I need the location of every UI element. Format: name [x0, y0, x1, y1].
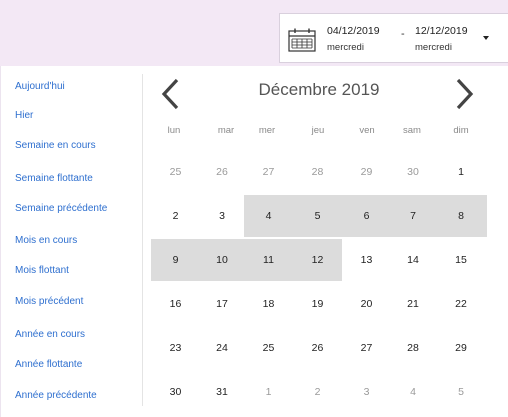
- day-cell[interactable]: 30: [151, 371, 200, 413]
- preset-current-week[interactable]: Semaine en cours: [15, 140, 96, 151]
- day-cell-other-month[interactable]: 2: [293, 371, 342, 413]
- chevron-left-icon[interactable]: [159, 77, 181, 111]
- preset-rolling-year[interactable]: Année flottante: [15, 359, 82, 370]
- day-cell[interactable]: 24: [200, 327, 244, 369]
- day-cell[interactable]: 19: [293, 283, 342, 325]
- date-picker-panel: Aujourd'hui Hier Semaine en cours Semain…: [0, 66, 508, 417]
- day-cell-other-month[interactable]: 28: [293, 151, 342, 193]
- day-cell[interactable]: 17: [200, 283, 244, 325]
- day-cell[interactable]: 27: [342, 327, 391, 369]
- day-cell[interactable]: 1: [435, 151, 487, 193]
- day-cell-selected[interactable]: 5: [293, 195, 342, 237]
- day-cell[interactable]: 2: [151, 195, 200, 237]
- preset-previous-month[interactable]: Mois précédent: [15, 296, 83, 307]
- day-cell[interactable]: 28: [391, 327, 435, 369]
- preset-previous-week[interactable]: Semaine précédente: [15, 203, 107, 214]
- preset-list: Aujourd'hui Hier Semaine en cours Semain…: [1, 66, 137, 417]
- day-cell-other-month[interactable]: 26: [200, 151, 244, 193]
- weekday-label: jeu: [311, 125, 325, 136]
- day-cell[interactable]: 3: [200, 195, 244, 237]
- day-cell-other-month[interactable]: 25: [151, 151, 200, 193]
- start-weekday: mercredi: [327, 42, 364, 53]
- day-cell[interactable]: 23: [151, 327, 200, 369]
- calendar-icon: [288, 28, 316, 52]
- day-cell[interactable]: 16: [151, 283, 200, 325]
- weekday-label: ven: [359, 125, 375, 136]
- divider: [142, 74, 143, 406]
- day-cell-selected[interactable]: 10: [200, 239, 244, 281]
- day-cell-other-month[interactable]: 27: [244, 151, 293, 193]
- preset-today[interactable]: Aujourd'hui: [15, 81, 65, 92]
- chevron-right-icon[interactable]: [454, 77, 476, 111]
- day-cell[interactable]: 25: [244, 327, 293, 369]
- caret-down-icon[interactable]: [483, 36, 489, 40]
- day-cell[interactable]: 22: [435, 283, 487, 325]
- start-date: 04/12/2019: [327, 25, 380, 37]
- preset-current-year[interactable]: Année en cours: [15, 329, 85, 340]
- day-cell-other-month[interactable]: 29: [342, 151, 391, 193]
- preset-current-month[interactable]: Mois en cours: [15, 235, 77, 246]
- day-cell-selected[interactable]: 9: [151, 239, 200, 281]
- day-cell-other-month[interactable]: 4: [391, 371, 435, 413]
- day-cell-other-month[interactable]: 30: [391, 151, 435, 193]
- day-cell[interactable]: 14: [391, 239, 435, 281]
- preset-rolling-week[interactable]: Semaine flottante: [15, 173, 93, 184]
- day-cell-selected[interactable]: 7: [391, 195, 435, 237]
- day-cell[interactable]: 21: [391, 283, 435, 325]
- day-cell[interactable]: 26: [293, 327, 342, 369]
- day-cell[interactable]: 29: [435, 327, 487, 369]
- day-cell[interactable]: 20: [342, 283, 391, 325]
- day-cell-selected[interactable]: 12: [293, 239, 342, 281]
- month-title: Décembre 2019: [258, 80, 380, 99]
- day-cell[interactable]: 13: [342, 239, 391, 281]
- weekday-label: sam: [403, 125, 421, 136]
- day-cell[interactable]: 15: [435, 239, 487, 281]
- day-cell-selected[interactable]: 11: [244, 239, 293, 281]
- preset-previous-year[interactable]: Année précédente: [15, 390, 97, 401]
- day-cell-selected[interactable]: 8: [435, 195, 487, 237]
- weekday-label: lun: [167, 125, 181, 136]
- day-cell[interactable]: 31: [200, 371, 244, 413]
- weekday-label: dim: [453, 125, 469, 136]
- preset-rolling-month[interactable]: Mois flottant: [15, 265, 69, 276]
- day-cell-other-month[interactable]: 3: [342, 371, 391, 413]
- end-date: 12/12/2019: [415, 25, 468, 37]
- day-cell[interactable]: 18: [244, 283, 293, 325]
- date-range-selector[interactable]: 04/12/2019 mercredi - 12/12/2019 mercred…: [279, 13, 508, 63]
- day-cell-selected[interactable]: 4: [244, 195, 293, 237]
- day-cell-selected[interactable]: 6: [342, 195, 391, 237]
- day-cell-other-month[interactable]: 1: [244, 371, 293, 413]
- day-cell-other-month[interactable]: 5: [435, 371, 487, 413]
- end-weekday: mercredi: [415, 42, 452, 53]
- weekday-label: mar: [217, 125, 235, 136]
- weekday-label: mer: [258, 125, 276, 136]
- preset-yesterday[interactable]: Hier: [15, 110, 33, 121]
- range-separator: -: [401, 28, 405, 40]
